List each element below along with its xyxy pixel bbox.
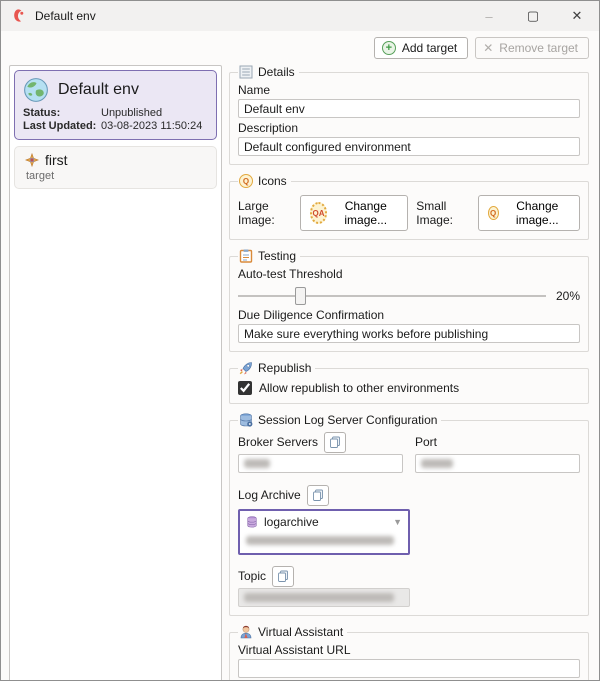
change-large-image-button[interactable]: QA Change image... <box>300 195 408 231</box>
target-name: first <box>45 152 68 168</box>
redacted-value <box>244 593 394 602</box>
redacted-value <box>244 459 270 468</box>
name-label: Name <box>238 83 580 97</box>
redacted-value <box>246 536 394 545</box>
topic-input <box>238 588 410 607</box>
topic-copy-button[interactable] <box>272 566 294 587</box>
description-label: Description <box>238 121 580 135</box>
target-type: target <box>26 170 208 182</box>
app-icon <box>11 8 27 24</box>
copy-icon <box>277 570 289 582</box>
virtual-assistant-icon <box>239 625 253 639</box>
description-input[interactable] <box>238 137 580 156</box>
target-icon <box>25 153 39 167</box>
due-diligence-input[interactable] <box>238 324 580 343</box>
target-list-item[interactable]: first target <box>14 146 217 189</box>
log-archive-value: logarchive <box>264 515 319 529</box>
globe-icon <box>23 77 49 103</box>
small-image-badge-icon: Q <box>488 206 499 220</box>
status-value: Unpublished <box>101 107 208 119</box>
main-row: Default env Status: Unpublished Last Upd… <box>9 65 589 681</box>
icons-section-icon: Q <box>239 174 253 188</box>
threshold-percent: 20% <box>556 289 580 303</box>
testing-section: Testing Auto-test Threshold 20% Due Dili… <box>229 249 589 352</box>
port-label: Port <box>415 435 437 449</box>
due-diligence-label: Due Diligence Confirmation <box>238 308 580 322</box>
slider-handle[interactable] <box>295 287 306 305</box>
environment-dialog: Default env – ▢ ✕ + Add target ✕ Remove … <box>0 0 600 681</box>
window-title: Default env <box>35 9 467 23</box>
minimize-button[interactable]: – <box>467 1 511 31</box>
large-image-badge-icon: QA <box>310 202 327 224</box>
last-updated-value: 03-08-2023 11:50:24 <box>101 120 208 132</box>
virtual-assistant-url-input[interactable] <box>238 659 580 678</box>
broker-servers-input[interactable] <box>238 454 403 473</box>
chevron-down-icon: ▼ <box>393 517 402 527</box>
log-archive-dropdown[interactable]: logarchive ▼ <box>238 509 410 555</box>
target-toolbar: + Add target ✕ Remove target <box>9 37 589 59</box>
large-image-label: Large Image: <box>238 199 292 227</box>
port-input[interactable] <box>415 454 580 473</box>
virtual-assistant-legend: Virtual Assistant <box>258 625 343 639</box>
topic-label: Topic <box>238 569 266 583</box>
redacted-value <box>421 459 453 468</box>
broker-servers-label: Broker Servers <box>238 435 318 449</box>
details-legend: Details <box>258 65 295 79</box>
remove-target-button[interactable]: ✕ Remove target <box>475 37 589 59</box>
virtual-assistant-url-label: Virtual Assistant URL <box>238 643 580 657</box>
log-archive-label: Log Archive <box>238 488 301 502</box>
copy-icon <box>312 489 324 501</box>
log-archive-copy-button[interactable] <box>307 485 329 506</box>
details-icon <box>239 65 253 79</box>
plus-icon: + <box>382 41 396 55</box>
form-column: Details Name Description Q Icons Large I… <box>229 65 589 681</box>
close-button[interactable]: ✕ <box>555 1 599 31</box>
allow-republish-label: Allow republish to other environments <box>259 381 459 395</box>
testing-legend: Testing <box>258 249 296 263</box>
database-icon <box>239 413 253 427</box>
details-section: Details Name Description <box>229 65 589 165</box>
republish-legend: Republish <box>258 361 311 375</box>
name-input[interactable] <box>238 99 580 118</box>
broker-servers-copy-button[interactable] <box>324 432 346 453</box>
virtual-assistant-section: Virtual Assistant Virtual Assistant URL <box>229 625 589 681</box>
auto-test-threshold-slider[interactable] <box>238 287 546 305</box>
icons-section: Q Icons Large Image: QA Change image... … <box>229 174 589 240</box>
auto-test-threshold-label: Auto-test Threshold <box>238 267 580 281</box>
maximize-button[interactable]: ▢ <box>511 1 555 31</box>
republish-icon <box>239 361 253 375</box>
change-small-image-button[interactable]: Q Change image... <box>478 195 580 231</box>
copy-icon <box>329 436 341 448</box>
environment-card-selected[interactable]: Default env Status: Unpublished Last Upd… <box>14 70 217 140</box>
dialog-content: + Add target ✕ Remove target <box>1 31 599 681</box>
environment-list: Default env Status: Unpublished Last Upd… <box>9 65 222 681</box>
small-image-label: Small Image: <box>416 199 469 227</box>
environment-name: Default env <box>58 81 139 99</box>
testing-icon <box>239 249 253 263</box>
x-icon: ✕ <box>483 41 493 55</box>
add-target-button[interactable]: + Add target <box>374 37 468 59</box>
session-log-section: Session Log Server Configuration Broker … <box>229 413 589 616</box>
allow-republish-checkbox[interactable] <box>238 381 252 395</box>
status-label: Status: <box>23 107 101 119</box>
titlebar: Default env – ▢ ✕ <box>1 1 599 31</box>
purple-database-icon <box>246 516 258 528</box>
last-updated-label: Last Updated: <box>23 120 101 132</box>
republish-section: Republish Allow republish to other envir… <box>229 361 589 404</box>
session-log-legend: Session Log Server Configuration <box>258 413 437 427</box>
icons-legend: Icons <box>258 174 287 188</box>
